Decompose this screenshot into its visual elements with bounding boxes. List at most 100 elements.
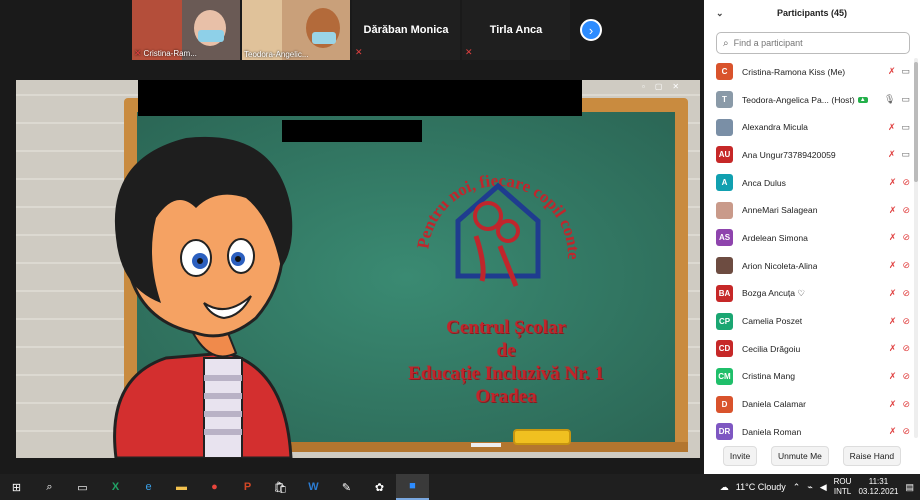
participant-row[interactable]: CP Camelia Poszet ✗ ⊘: [704, 307, 912, 335]
video-tile-2[interactable]: Teodora-Angelic...: [242, 0, 350, 60]
share-window-controls[interactable]: ▫ ▢ ✕: [642, 82, 679, 91]
word-icon[interactable]: W: [297, 474, 330, 500]
camera-off-icon[interactable]: ⊘: [902, 288, 910, 299]
participant-row[interactable]: Arion Nicoleta-Alina ✗ ⊘: [704, 252, 912, 280]
avatar: CD: [716, 340, 733, 358]
participant-row[interactable]: C Cristina-Ramona Kiss (Me) ✗ ▭: [704, 58, 912, 86]
svg-text:Pentru noi, fiecare copil cont: Pentru noi, fiecare copil contează: [398, 136, 583, 260]
excel-icon[interactable]: X: [99, 474, 132, 500]
mic-off-icon[interactable]: ✗: [889, 205, 897, 216]
mic-icon[interactable]: 🎙: [884, 94, 895, 105]
video-tile-3[interactable]: Dărăban Monica ✕: [352, 0, 460, 60]
logo-arc-text: Pentru noi, fiecare copil contează: [398, 136, 583, 260]
scroll-thumb[interactable]: [914, 62, 918, 182]
app-icon[interactable]: ✿: [363, 474, 396, 500]
windows-taskbar: ⊞ ⌕ ▭ X e ▬ ● P 🛍 W ✎ ✿ ■ ☁ 11°C Cloudy …: [0, 474, 920, 500]
participant-name: Alexandra Micula: [742, 122, 808, 133]
mic-off-icon: ✕: [465, 47, 473, 57]
mic-off-icon[interactable]: ✗: [889, 288, 897, 299]
redaction-bar: [138, 80, 582, 116]
participant-row[interactable]: Alexandra Micula ✗ ▭: [704, 113, 912, 141]
chalk: [471, 443, 501, 447]
edge-icon[interactable]: e: [132, 474, 165, 500]
task-view-icon[interactable]: ▭: [66, 474, 99, 500]
clock[interactable]: 11:31 03.12.2021: [858, 477, 898, 497]
chrome-icon[interactable]: ●: [198, 474, 231, 500]
camera-icon[interactable]: ▭: [901, 149, 910, 160]
raise-hand-button[interactable]: Raise Hand: [842, 446, 902, 466]
participants-header: ⌄ Participants (45): [704, 0, 920, 26]
camera-off-icon[interactable]: ⊘: [902, 316, 910, 327]
camera-off-icon[interactable]: ⊘: [902, 371, 910, 382]
participant-row[interactable]: AnneMari Salagean ✗ ⊘: [704, 196, 912, 224]
powerpoint-icon[interactable]: P: [231, 474, 264, 500]
network-icon[interactable]: ⌁: [807, 482, 812, 493]
weather-icon[interactable]: ☁: [720, 482, 729, 493]
mic-off-icon[interactable]: ✗: [889, 232, 897, 243]
scrollbar[interactable]: [914, 58, 918, 438]
camera-icon[interactable]: ▭: [901, 66, 910, 77]
participants-panel: ⌄ Participants (45) ⌕ C Cristina-Ramona K…: [704, 0, 920, 474]
chevron-up-icon[interactable]: ⌃: [793, 482, 801, 493]
participant-row[interactable]: AS Ardelean Simona ✗ ⊘: [704, 224, 912, 252]
participant-name: Teodora-Angelica Pa... (Host): [742, 94, 855, 105]
volume-icon[interactable]: ◀: [820, 482, 827, 493]
close-icon[interactable]: ✕: [672, 82, 679, 91]
participant-search[interactable]: ⌕: [716, 32, 910, 54]
avatar: AS: [716, 229, 733, 247]
participant-row[interactable]: BA Bozga Ancuța ♡ ✗ ⊘: [704, 280, 912, 308]
store-icon[interactable]: 🛍: [264, 474, 297, 500]
notifications-icon[interactable]: ▤: [905, 482, 914, 493]
camera-icon[interactable]: ▭: [901, 122, 910, 133]
camera-off-icon[interactable]: ⊘: [902, 426, 910, 437]
video-tile-name: Teodora-Angelic...: [244, 50, 309, 59]
participant-row[interactable]: CM Cristina Mang ✗ ⊘: [704, 363, 912, 391]
mic-off-icon[interactable]: ✗: [889, 343, 897, 354]
mic-off-icon[interactable]: ✗: [888, 149, 896, 160]
file-explorer-icon[interactable]: ▬: [165, 474, 198, 500]
mic-off-icon[interactable]: ✗: [889, 177, 897, 188]
camera-off-icon[interactable]: ⊘: [902, 260, 910, 271]
participant-row[interactable]: A Anca Dulus ✗ ⊘: [704, 169, 912, 197]
maximize-icon[interactable]: ▢: [655, 82, 663, 91]
video-tile-4[interactable]: Tirla Anca ✕: [462, 0, 570, 60]
participant-name: Arion Nicoleta-Alina: [742, 260, 818, 271]
search-input[interactable]: [733, 38, 894, 48]
mic-off-icon[interactable]: ✗: [889, 316, 897, 327]
video-tile-1[interactable]: ✕ Cristina-Ram...: [132, 0, 240, 60]
camera-off-icon[interactable]: ⊘: [902, 205, 910, 216]
zoom-icon[interactable]: ■: [396, 474, 429, 500]
search-icon[interactable]: ⌕: [33, 474, 66, 500]
next-page-arrow-icon[interactable]: ›: [580, 19, 602, 41]
mic-off-icon[interactable]: ✗: [889, 260, 897, 271]
app-icon[interactable]: ✎: [330, 474, 363, 500]
language-indicator[interactable]: ROU INTL: [834, 477, 852, 497]
start-icon[interactable]: ⊞: [0, 474, 33, 500]
meeting-area: ✕ Cristina-Ram... Teodora-Angelic... Dără…: [0, 0, 704, 474]
camera-icon[interactable]: ▭: [901, 94, 910, 105]
avatar: [716, 257, 733, 275]
avatar: AU: [716, 146, 733, 164]
weather-text[interactable]: 11°C Cloudy: [736, 482, 786, 492]
participant-row[interactable]: CD Cecilia Drăgoiu ✗ ⊘: [704, 335, 912, 363]
invite-button[interactable]: Invite: [722, 446, 758, 466]
chevron-down-icon[interactable]: ⌄: [716, 8, 724, 19]
video-tile-name: Tirla Anca: [489, 24, 543, 36]
participant-row[interactable]: AU Ana Ungur73789420059 ✗ ▭: [704, 141, 912, 169]
mic-off-icon[interactable]: ✗: [889, 371, 897, 382]
avatar: [716, 201, 733, 219]
minimize-icon[interactable]: ▫: [642, 82, 645, 91]
camera-off-icon[interactable]: ⊘: [902, 177, 910, 188]
camera-off-icon[interactable]: ⊘: [902, 232, 910, 243]
participant-row[interactable]: DR Daniela Roman ✗ ⊘: [704, 418, 912, 446]
participant-row[interactable]: T Teodora-Angelica Pa... (Host) ▲ 🎙 ▭: [704, 86, 912, 114]
mic-off-icon[interactable]: ✗: [888, 122, 896, 133]
unmute-me-button[interactable]: Unmute Me: [770, 446, 829, 466]
mic-off-icon[interactable]: ✗: [889, 399, 897, 410]
mic-off-icon[interactable]: ✗: [888, 66, 896, 77]
mic-off-icon[interactable]: ✗: [889, 426, 897, 437]
camera-off-icon[interactable]: ⊘: [902, 343, 910, 354]
avatar: BA: [716, 284, 733, 302]
camera-off-icon[interactable]: ⊘: [902, 399, 910, 410]
participant-row[interactable]: D Daniela Calamar ✗ ⊘: [704, 390, 912, 418]
